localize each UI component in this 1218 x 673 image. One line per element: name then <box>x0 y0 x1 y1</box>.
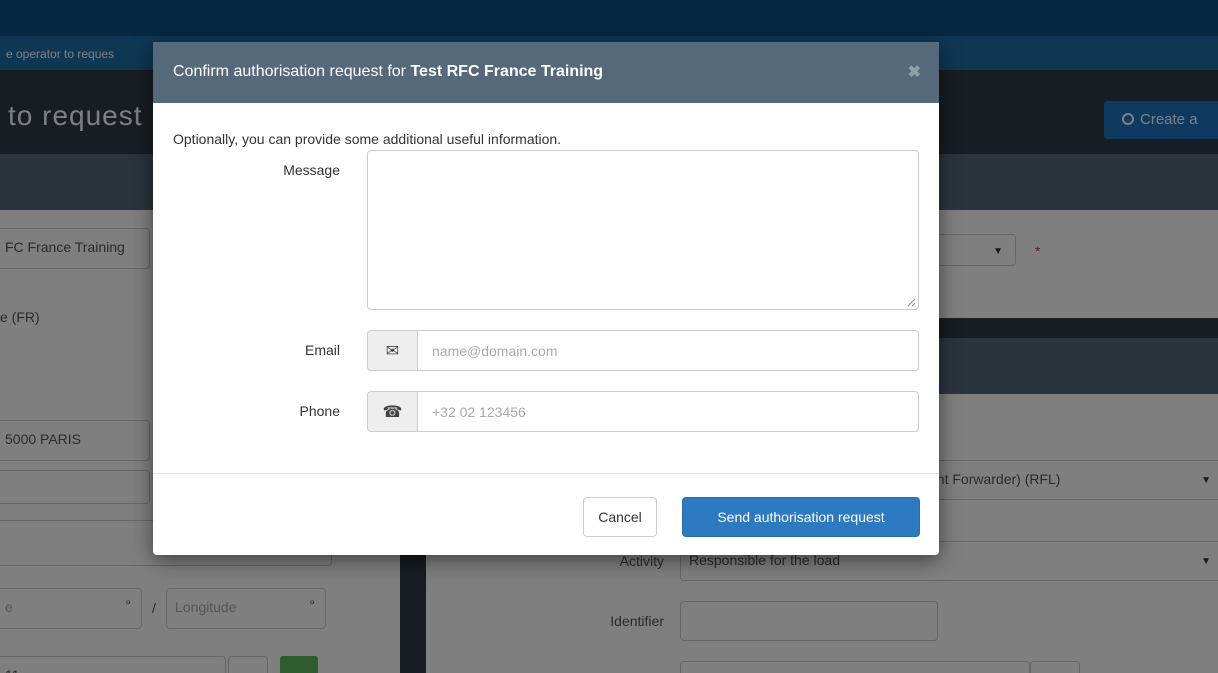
authorisation-request-modal: Confirm authorisation request for Test R… <box>153 42 939 555</box>
modal-title-company: Test RFC France Training <box>410 63 604 80</box>
email-label: Email <box>304 342 340 358</box>
modal-title: Confirm authorisation request for Test R… <box>173 63 603 81</box>
modal-footer: Cancel Send authorisation request <box>153 473 939 555</box>
message-textarea[interactable] <box>367 150 919 310</box>
cancel-button[interactable]: Cancel <box>583 497 657 537</box>
phone-label: Phone <box>299 403 340 419</box>
modal-title-prefix: Confirm authorisation request for <box>173 63 411 80</box>
email-input[interactable] <box>417 330 919 371</box>
email-input-group: ✉ <box>367 330 919 371</box>
resize-grip-icon[interactable] <box>906 297 916 307</box>
send-authorisation-request-button[interactable]: Send authorisation request <box>682 497 920 537</box>
phone-input[interactable] <box>417 391 919 432</box>
phone-input-group: ☎ <box>367 391 919 432</box>
message-label: Message <box>283 162 340 178</box>
envelope-icon: ✉ <box>367 330 417 371</box>
modal-header: Confirm authorisation request for Test R… <box>153 42 939 103</box>
phone-icon: ☎ <box>367 391 417 432</box>
modal-intro-text: Optionally, you can provide some additio… <box>173 131 562 147</box>
close-icon[interactable]: ✖ <box>908 62 921 82</box>
